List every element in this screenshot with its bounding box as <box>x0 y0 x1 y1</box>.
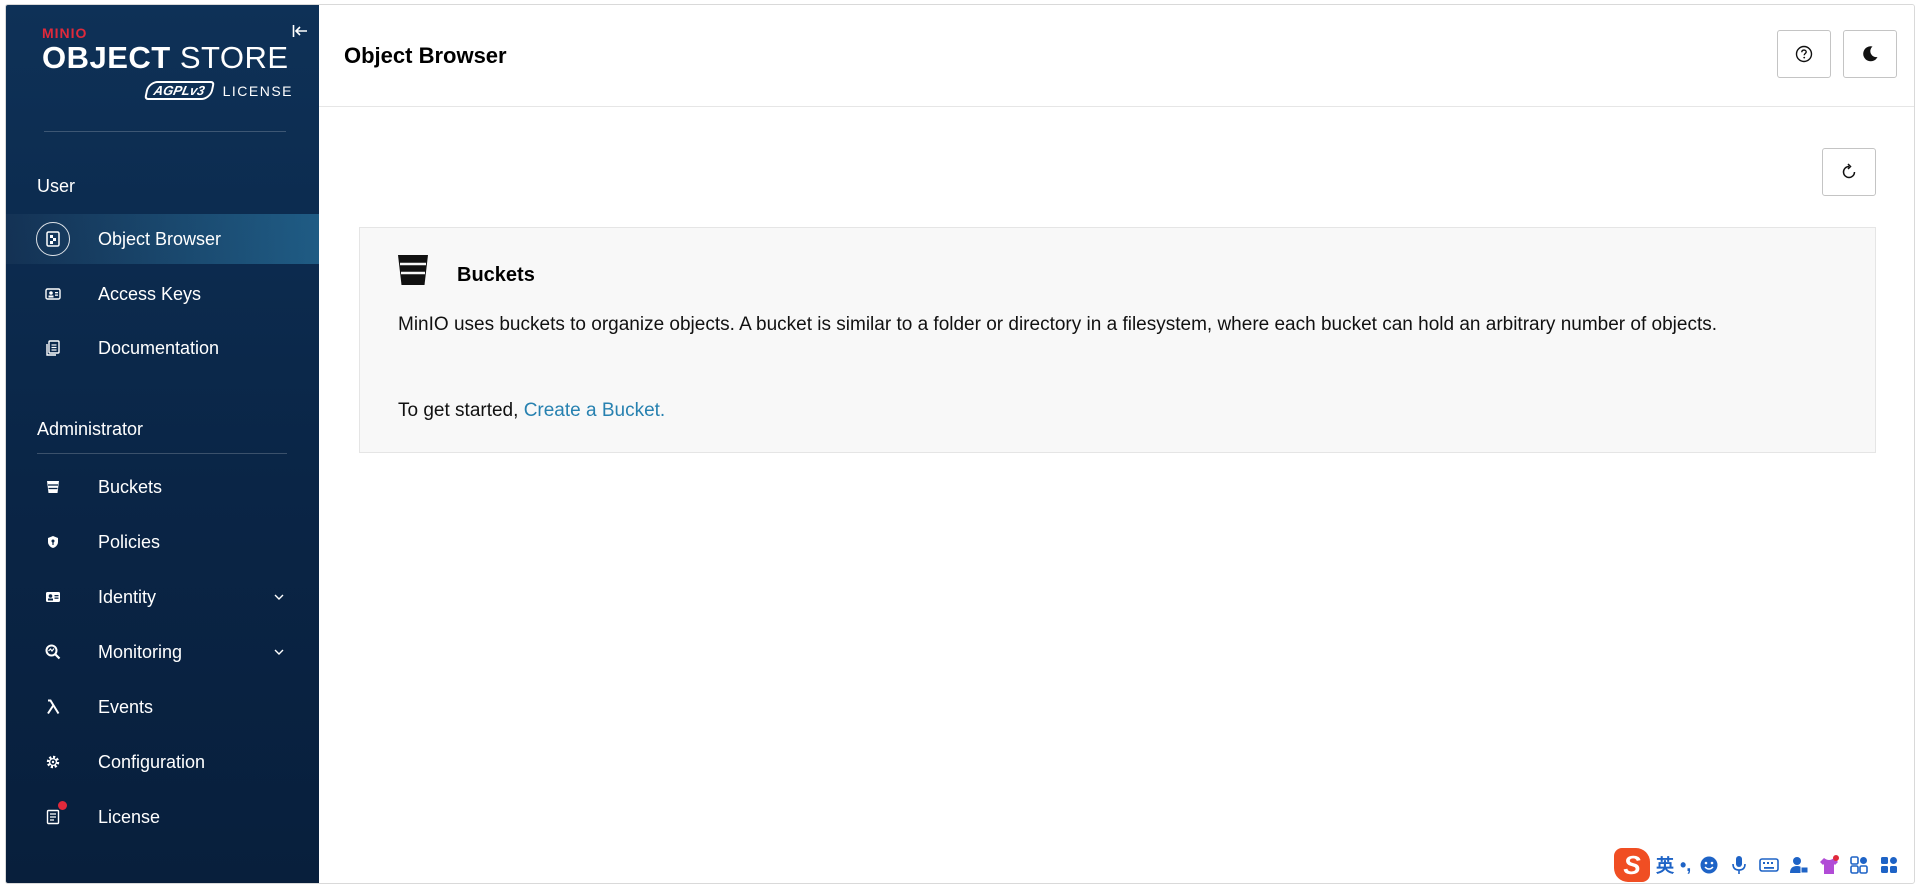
sidebar-item-policies[interactable]: Policies <box>6 517 319 567</box>
keyboard-icon[interactable] <box>1757 853 1781 877</box>
sidebar-item-label: Access Keys <box>98 283 202 304</box>
sidebar-item-label: Buckets <box>98 476 163 497</box>
notification-dot <box>58 801 67 810</box>
sidebar-item-label: License <box>98 806 161 827</box>
sidebar-item-label: Monitoring <box>98 641 183 662</box>
sidebar-item-label: Object Browser <box>98 228 222 249</box>
bucket-icon <box>396 253 430 292</box>
sidebar-item-object-browser[interactable]: Object Browser <box>6 214 319 264</box>
identity-icon <box>41 585 65 609</box>
logo-object-store: OBJECT STORE <box>42 40 289 75</box>
section-divider <box>37 453 287 454</box>
documentation-icon <box>41 336 65 360</box>
logo-license: AGPLv3 LICENSE <box>143 81 293 100</box>
sidebar-item-documentation[interactable]: Documentation <box>6 323 319 373</box>
ime-punctuation[interactable]: •, <box>1680 855 1691 876</box>
section-title-user: User <box>37 176 76 196</box>
app-window: MINIO OBJECT STORE AGPLv3 LICENSE User O… <box>5 4 1915 884</box>
page-title: Object Browser <box>344 43 507 68</box>
access-keys-icon <box>41 282 65 306</box>
bucket-icon <box>41 475 65 499</box>
buckets-info-box: Buckets MinIO uses buckets to organize o… <box>359 227 1876 453</box>
sidebar: MINIO OBJECT STORE AGPLv3 LICENSE User O… <box>6 5 319 883</box>
object-browser-icon <box>36 222 70 256</box>
sidebar-item-access-keys[interactable]: Access Keys <box>6 269 319 319</box>
sidebar-item-label: Configuration <box>98 751 206 772</box>
moon-icon <box>1863 46 1878 62</box>
apps-grid-icon[interactable] <box>1877 853 1901 877</box>
shirt-icon[interactable] <box>1817 853 1841 877</box>
section-title-administrator: Administrator <box>37 419 144 439</box>
refresh-icon <box>1842 163 1856 179</box>
collapse-left-icon <box>292 25 307 37</box>
sidebar-item-label: Documentation <box>98 337 220 358</box>
help-button[interactable] <box>1777 30 1831 78</box>
sidebar-item-events[interactable]: Events <box>6 682 319 732</box>
sidebar-item-label: Events <box>98 696 154 717</box>
dark-mode-button[interactable] <box>1843 30 1897 78</box>
microphone-icon[interactable] <box>1727 853 1751 877</box>
sidebar-item-label: Policies <box>98 531 161 552</box>
sidebar-item-buckets[interactable]: Buckets <box>6 462 319 512</box>
minio-logo: MINIO OBJECT STORE AGPLv3 LICENSE <box>42 25 292 105</box>
main-content: Object Browser Buckets MinIO uses bucket… <box>319 5 1914 883</box>
get-started-text: To get started, Create a Bucket. <box>398 400 666 421</box>
info-title: Buckets <box>457 264 535 286</box>
logo-minio: MINIO <box>42 25 88 41</box>
chevron-down-icon[interactable] <box>271 589 287 605</box>
ime-toolbar: S 英 •, <box>1614 847 1901 883</box>
toolbox-icon[interactable] <box>1847 853 1871 877</box>
shield-icon <box>41 530 65 554</box>
collapse-sidebar-button[interactable] <box>289 20 311 42</box>
sidebar-item-identity[interactable]: Identity <box>6 572 319 622</box>
license-text: LICENSE <box>222 82 293 99</box>
lambda-icon <box>41 695 65 719</box>
page-header: Object Browser <box>319 5 1914 107</box>
help-icon <box>1795 45 1813 63</box>
gear-icon <box>41 750 65 774</box>
sidebar-item-monitoring[interactable]: Monitoring <box>6 627 319 677</box>
refresh-button[interactable] <box>1822 148 1876 196</box>
sidebar-item-label: Identity <box>98 586 157 607</box>
logo-divider <box>44 131 286 132</box>
sogou-logo[interactable]: S <box>1614 848 1650 882</box>
user-skin-icon[interactable] <box>1787 853 1811 877</box>
ime-language[interactable]: 英 <box>1656 852 1674 878</box>
agpl-badge: AGPLv3 <box>143 81 215 100</box>
create-bucket-link[interactable]: Create a Bucket. <box>524 400 666 421</box>
sidebar-item-license[interactable]: License <box>6 792 319 842</box>
chevron-down-icon[interactable] <box>271 644 287 660</box>
sidebar-item-configuration[interactable]: Configuration <box>6 737 319 787</box>
emoji-icon[interactable] <box>1697 853 1721 877</box>
monitoring-icon <box>41 640 65 664</box>
info-description: MinIO uses buckets to organize objects. … <box>398 314 1718 335</box>
